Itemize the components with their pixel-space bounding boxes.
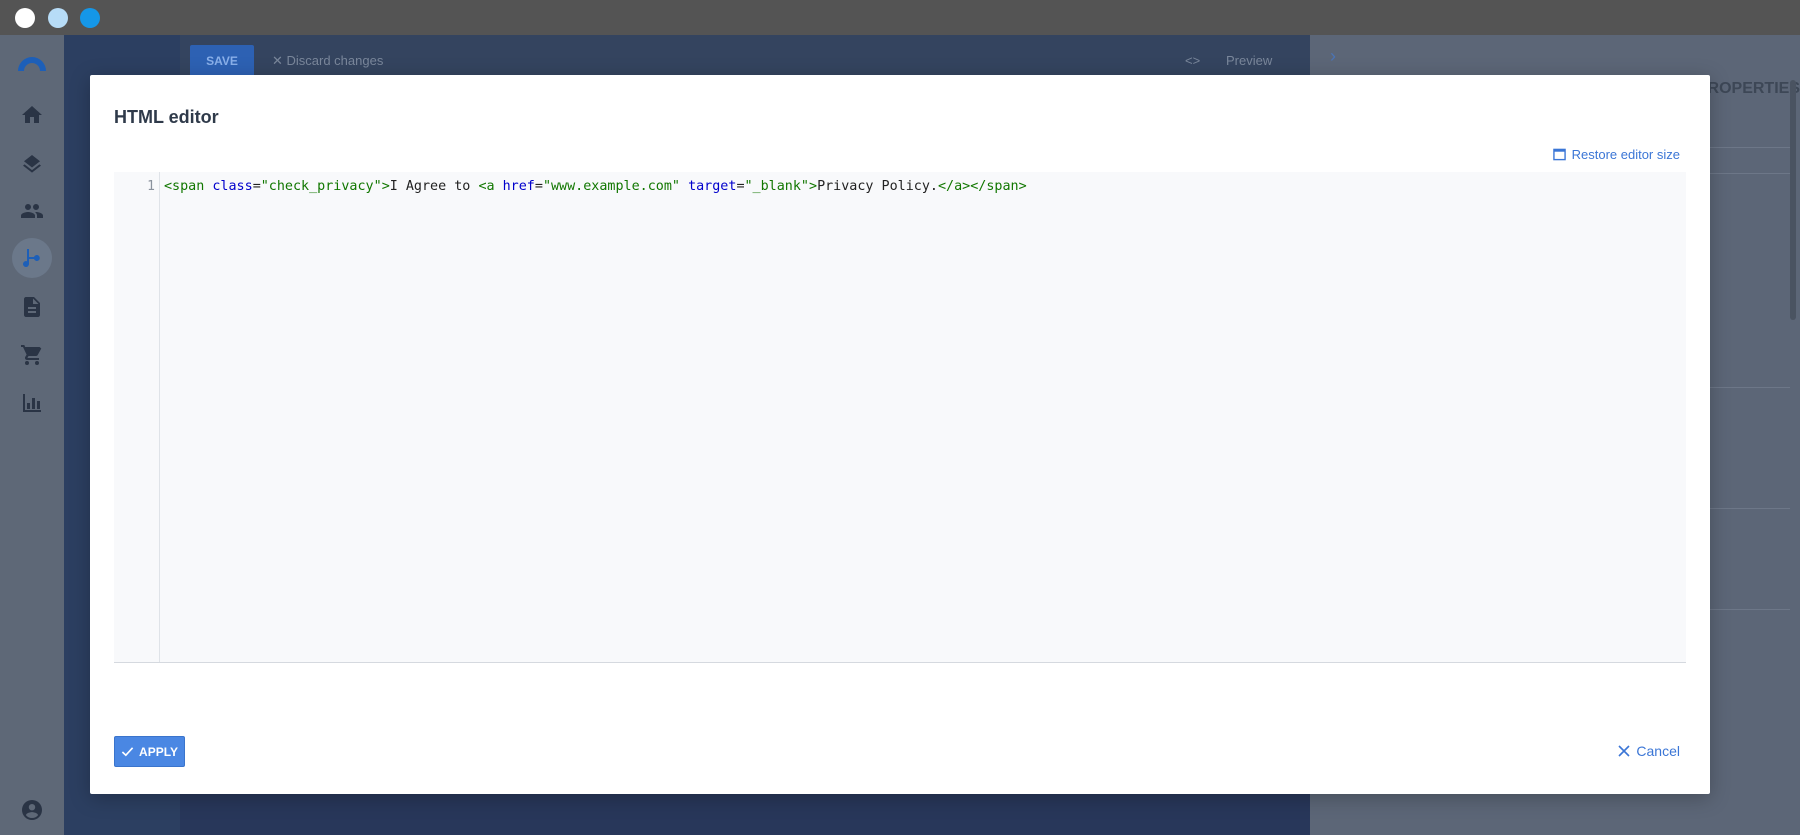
restore-editor-size-button[interactable]: Restore editor size (1552, 147, 1680, 162)
background-code-icon: <> (1185, 53, 1201, 68)
home-icon[interactable] (20, 103, 44, 127)
app-sidebar (0, 35, 64, 835)
code-token: > (381, 179, 390, 194)
cancel-button-label: Cancel (1636, 743, 1680, 759)
close-icon (1618, 745, 1630, 757)
line-number: 1 (147, 179, 155, 194)
apply-button[interactable]: APPLY (114, 736, 185, 767)
code-token: > (809, 179, 818, 194)
modal-title: HTML editor (114, 107, 219, 127)
background-preview-button: Preview (1226, 53, 1273, 68)
restore-editor-size-label: Restore editor size (1571, 147, 1680, 162)
background-scrollbar (1790, 80, 1796, 320)
code-token: = (736, 179, 745, 194)
code-token: href (502, 179, 535, 194)
document-icon[interactable] (20, 295, 44, 319)
window-minimize-dot[interactable] (48, 8, 68, 28)
code-token: </a></span> (938, 179, 1027, 194)
users-icon[interactable] (20, 199, 44, 223)
code-token: class (212, 179, 253, 194)
code-token: <a (478, 179, 503, 194)
bar-chart-icon[interactable] (20, 391, 44, 415)
account-icon[interactable] (20, 798, 44, 822)
code-editor[interactable]: 1 <span class="check_privacy">I Agree to… (114, 172, 1686, 663)
window-maximize-dot[interactable] (80, 8, 100, 28)
layers-icon[interactable] (20, 151, 44, 175)
cart-icon[interactable] (20, 343, 44, 367)
code-line[interactable]: <span class="check_privacy">I Agree to <… (164, 179, 1027, 194)
code-token: <span (164, 179, 213, 194)
apply-button-label: APPLY (139, 744, 178, 759)
window-close-dot[interactable] (15, 8, 35, 28)
code-token: = (534, 179, 543, 194)
code-token: Privacy Policy. (817, 179, 938, 194)
background-discard-button: ✕ Discard changes (272, 53, 384, 68)
window-icon (1552, 148, 1566, 161)
code-token: target (688, 179, 737, 194)
flow-branch-icon[interactable] (20, 246, 44, 270)
background-save-button: SAVE (190, 45, 254, 77)
line-number-gutter: 1 (114, 172, 160, 662)
background-chevron-icon: › (1330, 46, 1336, 66)
window-titlebar (0, 0, 1800, 35)
code-token: "check_privacy" (260, 179, 382, 194)
checkmark-icon (121, 747, 134, 757)
code-token: "_blank" (744, 179, 810, 194)
code-token: I Agree to (389, 179, 479, 194)
code-token: "www.example.com" (542, 179, 680, 194)
cancel-button[interactable]: Cancel (1618, 743, 1680, 759)
code-token: = (252, 179, 261, 194)
app-logo-icon[interactable] (16, 53, 48, 71)
html-editor-modal: HTML editor Restore editor size 1 <span … (90, 75, 1710, 794)
